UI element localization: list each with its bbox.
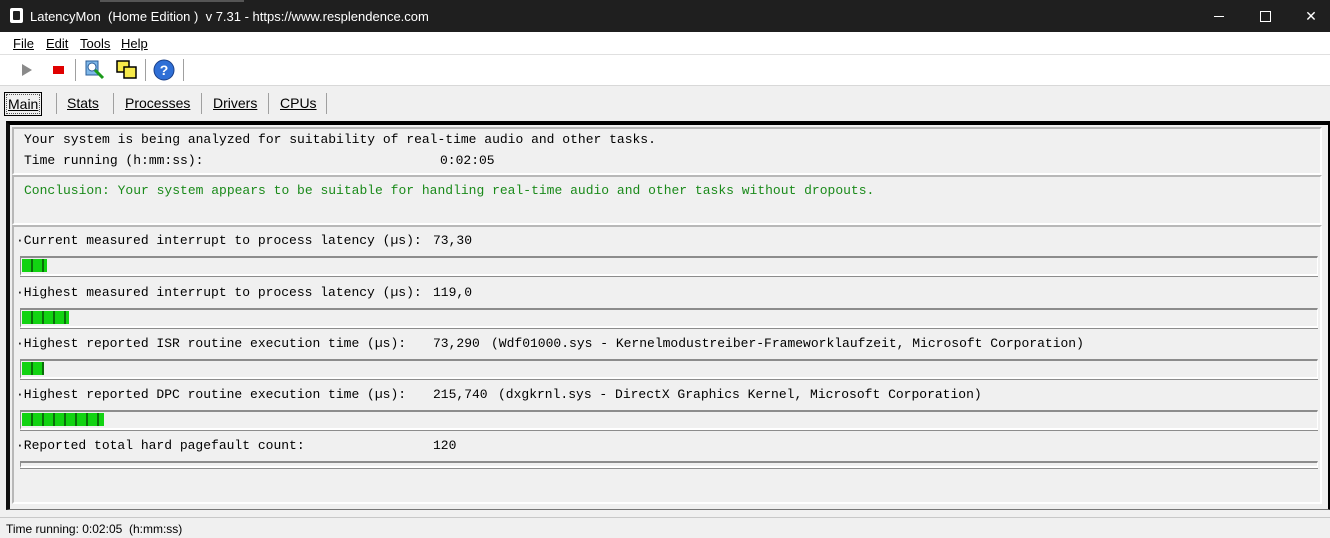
dpc-bar-track xyxy=(20,410,1318,430)
time-running-value: 0:02:05 xyxy=(440,153,495,168)
highest-latency-bar xyxy=(22,311,69,324)
metric-detail-dpc-driver: (dxgkrnl.sys - DirectX Graphics Kernel, … xyxy=(498,387,982,402)
tab-label: Main xyxy=(8,96,39,112)
status-bar: Time running: 0:02:05 (h:mm:ss) xyxy=(0,517,1330,538)
status-bar-text: Time running: 0:02:05 (h:mm:ss) xyxy=(6,522,183,536)
metrics-panel: ·Current measured interrupt to process l… xyxy=(12,225,1322,504)
title-bar-decoration xyxy=(100,0,244,2)
dpc-time-bar xyxy=(22,413,104,426)
analysis-status-text: Your system is being analyzed for suitab… xyxy=(24,132,656,147)
tab-label: Stats xyxy=(67,95,99,111)
cpu-windows-button[interactable] xyxy=(115,58,139,82)
close-button[interactable]: ✕ xyxy=(1288,0,1330,32)
metric-label-highest-latency: ·Highest measured interrupt to process l… xyxy=(16,285,422,300)
tab-separator xyxy=(326,93,327,114)
driver-search-button[interactable] xyxy=(83,58,107,82)
analysis-status-panel: Your system is being analyzed for suitab… xyxy=(12,127,1322,175)
tab-main[interactable]: Main xyxy=(4,92,43,116)
tab-label: Drivers xyxy=(213,95,258,111)
latency-bar-track xyxy=(20,256,1318,276)
menu-bar: File Edit Tools Help xyxy=(0,32,1330,55)
pagefault-bar-track xyxy=(20,461,1318,468)
title-bar: LatencyMon (Home Edition ) v 7.31 - http… xyxy=(0,0,1330,32)
tab-label: Processes xyxy=(125,95,191,111)
maximize-button[interactable] xyxy=(1242,0,1288,32)
current-latency-bar xyxy=(22,259,47,272)
tab-stats[interactable]: Stats xyxy=(64,92,102,114)
menu-tools[interactable]: Tools xyxy=(80,36,110,51)
menu-file[interactable]: File xyxy=(13,36,34,51)
window-title: LatencyMon (Home Edition ) v 7.31 - http… xyxy=(30,9,429,24)
tab-processes[interactable]: Processes xyxy=(122,92,193,114)
tab-separator xyxy=(113,93,114,114)
tab-bar: Main Stats Processes Drivers CPUs xyxy=(0,86,1330,120)
metric-label-isr-time: ·Highest reported ISR routine execution … xyxy=(16,336,407,351)
toolbar-separator xyxy=(75,59,76,81)
svg-text:?: ? xyxy=(160,62,169,78)
maximize-icon xyxy=(1259,10,1271,22)
minimize-icon xyxy=(1214,15,1224,17)
metric-value-isr-time: 73,290 xyxy=(433,336,480,351)
app-icon xyxy=(10,8,23,23)
tab-separator xyxy=(201,93,202,114)
metric-value-pagefault-count: 120 xyxy=(433,438,457,453)
metric-label-dpc-time: ·Highest reported DPC routine execution … xyxy=(16,387,407,402)
metric-label-pagefault-count: ·Reported total hard pagefault count: xyxy=(16,438,305,453)
toolbar-separator xyxy=(183,59,184,81)
metric-value-current-latency: 73,30 xyxy=(433,233,473,248)
metric-detail-isr-driver: (Wdf01000.sys - Kernelmodustreiber-Frame… xyxy=(491,336,1084,351)
play-icon xyxy=(22,64,32,76)
stop-button[interactable] xyxy=(46,58,70,82)
tab-separator xyxy=(56,93,57,114)
metric-value-highest-latency: 119,0 xyxy=(433,285,473,300)
help-button[interactable]: ? xyxy=(152,58,176,82)
close-icon: ✕ xyxy=(1305,7,1317,24)
metric-label-current-latency: ·Current measured interrupt to process l… xyxy=(16,233,422,248)
time-running-label: Time running (h:mm:ss): xyxy=(24,153,204,168)
tab-cpus[interactable]: CPUs xyxy=(277,92,320,114)
conclusion-text: Conclusion: Your system appears to be su… xyxy=(24,183,875,198)
tab-drivers[interactable]: Drivers xyxy=(210,92,260,114)
tab-separator xyxy=(268,93,269,114)
main-panel: Your system is being analyzed for suitab… xyxy=(6,121,1330,510)
conclusion-panel: Conclusion: Your system appears to be su… xyxy=(12,175,1322,225)
minimize-button[interactable] xyxy=(1196,0,1242,32)
toolbar: ? xyxy=(0,55,1330,86)
metric-value-dpc-time: 215,740 xyxy=(433,387,488,402)
help-icon: ? xyxy=(153,59,175,81)
driver-search-icon xyxy=(85,60,105,80)
menu-help[interactable]: Help xyxy=(121,36,148,51)
menu-edit[interactable]: Edit xyxy=(46,36,68,51)
isr-time-bar xyxy=(22,362,44,375)
tab-label: CPUs xyxy=(280,95,317,111)
toolbar-separator xyxy=(145,59,146,81)
isr-bar-track xyxy=(20,359,1318,379)
stop-icon xyxy=(53,66,64,74)
latency-bar-track xyxy=(20,308,1318,328)
cpu-window-icon xyxy=(116,60,137,79)
start-button[interactable] xyxy=(14,58,38,82)
